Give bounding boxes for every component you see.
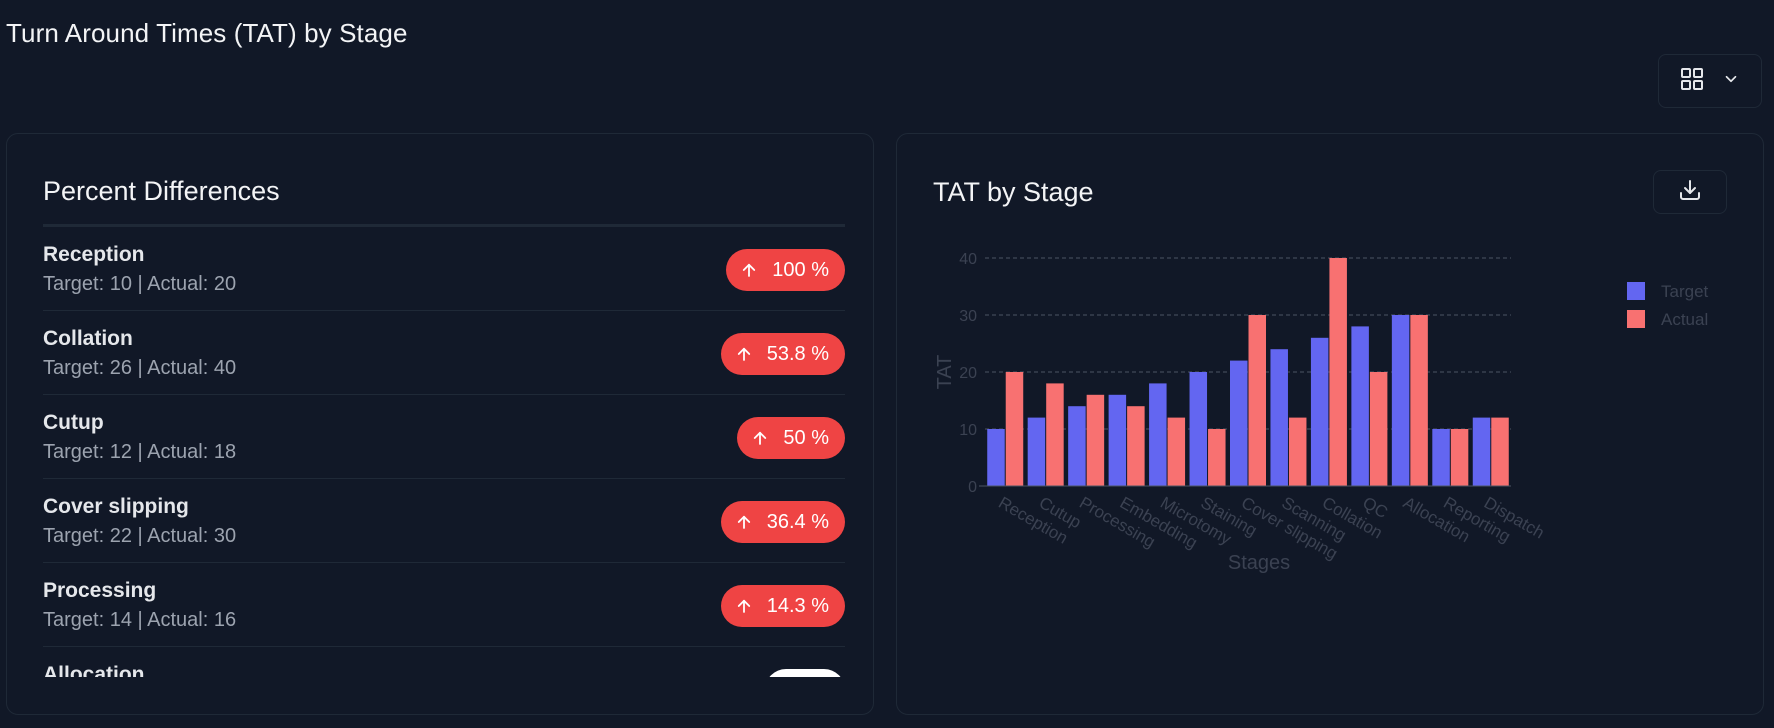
legend-swatch-actual xyxy=(1627,310,1645,328)
target-actual-text: Target: 14 | Actual: 16 xyxy=(43,609,237,631)
percent-value: 14.3 % xyxy=(766,594,829,617)
view-toggle-button[interactable] xyxy=(1658,54,1762,108)
grid-icon xyxy=(1680,67,1704,96)
percent-badge xyxy=(765,669,845,677)
percent-differences-title: Percent Differences xyxy=(43,176,280,206)
target-actual-text: Target: 12 | Actual: 18 xyxy=(43,441,237,463)
percent-badge: 36.4 % xyxy=(720,501,845,543)
bar-target xyxy=(1472,417,1491,486)
list-item: Processing Target: 14 | Actual: 16 14.3 % xyxy=(43,563,845,647)
bar-target xyxy=(1189,372,1208,486)
percent-value: 36.4 % xyxy=(766,510,829,533)
y-tick-label: 20 xyxy=(959,365,977,382)
stage-name: Cover slipping xyxy=(43,495,189,518)
x-axis-title: Stages xyxy=(1228,552,1290,574)
list-item: Collation Target: 26 | Actual: 40 53.8 % xyxy=(43,311,845,395)
percent-value: 50 % xyxy=(783,426,829,449)
y-tick-label: 40 xyxy=(959,251,977,268)
stage-name: Collation xyxy=(43,327,133,350)
bar-actual xyxy=(1369,372,1388,486)
bar-target xyxy=(1108,394,1127,486)
percent-badge: 53.8 % xyxy=(720,333,845,375)
legend-swatch-target xyxy=(1627,282,1645,300)
y-tick-label: 0 xyxy=(968,479,977,496)
target-actual-text: Target: 10 | Actual: 20 xyxy=(43,273,237,295)
chevron-down-icon xyxy=(1722,70,1740,93)
percent-badge: 100 % xyxy=(726,249,845,291)
bar-target xyxy=(1432,429,1450,486)
arrow-up-icon xyxy=(735,596,753,616)
list-item: Reception Target: 10 | Actual: 20 100 % xyxy=(43,227,845,311)
page-title: Turn Around Times (TAT) by Stage xyxy=(6,18,408,48)
bar-actual xyxy=(1410,315,1428,486)
legend-label: Target xyxy=(1661,282,1709,301)
list-item: Allocation xyxy=(43,647,845,677)
y-tick-label: 10 xyxy=(959,422,977,439)
stage-name: Allocation xyxy=(43,663,145,677)
percent-badge: 50 % xyxy=(737,417,845,459)
bar-target xyxy=(1351,326,1369,486)
bar-actual xyxy=(1491,417,1509,486)
bar-actual xyxy=(1288,417,1307,486)
arrow-up-icon xyxy=(735,344,753,364)
y-tick-label: 30 xyxy=(959,308,977,325)
bar-target xyxy=(1068,406,1086,486)
bar-actual xyxy=(1127,406,1145,486)
bar-actual xyxy=(1248,315,1266,486)
tat-chart-card: TAT by Stage 0 10 20 30 40 Reception Cutup Proc… xyxy=(896,133,1764,715)
bar-actual xyxy=(1329,258,1347,486)
arrow-up-icon xyxy=(735,512,753,532)
target-actual-text: Target: 26 | Actual: 40 xyxy=(43,357,237,379)
bar-actual xyxy=(1450,429,1469,486)
legend-label: Actual xyxy=(1661,310,1708,329)
percent-value: 53.8 % xyxy=(766,342,829,365)
bar-target xyxy=(987,429,1005,486)
list-item: Cutup Target: 12 | Actual: 18 50 % xyxy=(43,395,845,479)
y-axis-title: TAT xyxy=(934,355,956,390)
stage-name: Cutup xyxy=(43,411,104,434)
bar-target xyxy=(1391,315,1410,486)
list-item: Cover slipping Target: 22 | Actual: 30 36.… xyxy=(43,479,845,563)
bar-target xyxy=(1270,349,1288,486)
bar-target xyxy=(1230,360,1248,486)
arrow-up-icon xyxy=(751,428,769,448)
bar-target xyxy=(1149,383,1167,486)
bar-actual xyxy=(1086,394,1105,486)
percent-badge: 14.3 % xyxy=(720,585,845,627)
target-actual-text: Target: 22 | Actual: 30 xyxy=(43,525,237,547)
percent-differences-card: Percent Differences Reception Target: 10 … xyxy=(6,133,874,715)
arrow-up-icon xyxy=(740,260,758,280)
bar-actual xyxy=(1005,372,1024,486)
bar-actual xyxy=(1208,429,1226,486)
tat-bar-chart: 010203040ReceptionCutupProcessingEmbeddi… xyxy=(934,251,1709,574)
stage-name: Processing xyxy=(43,579,157,602)
bar-actual xyxy=(1046,383,1064,486)
bar-target xyxy=(1027,417,1046,486)
bar-target xyxy=(1310,337,1329,486)
stage-name: Reception xyxy=(43,243,145,266)
percent-differences-list[interactable]: Reception Target: 10 | Actual: 20 100 % Col… xyxy=(43,227,845,677)
percent-value: 100 % xyxy=(772,258,829,281)
bar-actual xyxy=(1167,417,1186,486)
